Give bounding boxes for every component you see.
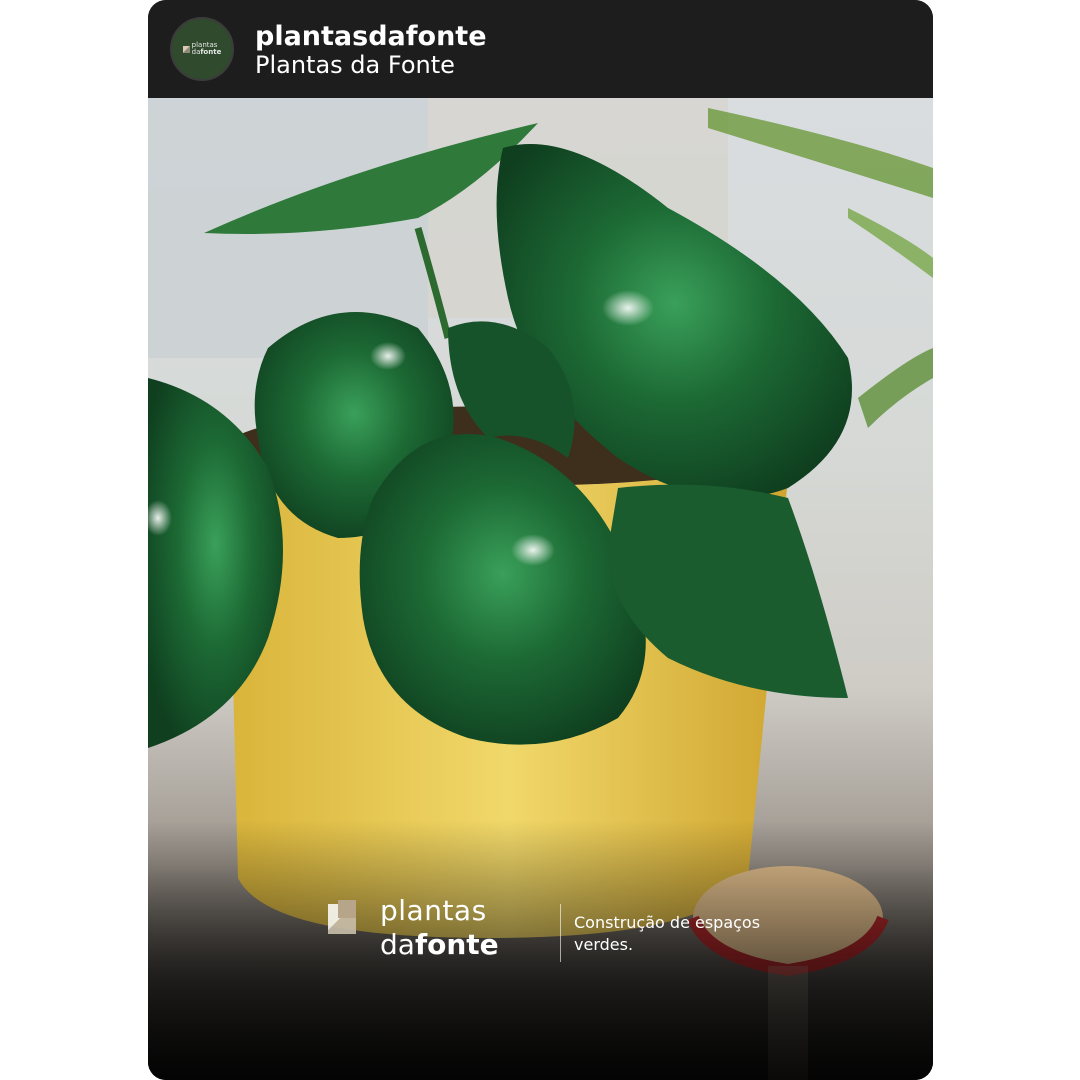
background-leaf (708, 108, 933, 198)
brand-overlay: plantas dafonte Construção de espaços ve… (328, 896, 788, 968)
logo-icon (328, 900, 356, 934)
background-leaf (858, 348, 933, 428)
post-card: plantas dafonte plantasdafonte Plantas d… (148, 0, 933, 1080)
brand-wordmark-line1: plantas (380, 894, 487, 927)
brand-wordmark-line2: dafonte (380, 928, 499, 961)
account-handle[interactable]: plantasdafonte (255, 22, 487, 52)
avatar[interactable]: plantas dafonte (170, 17, 234, 81)
leaf-highlight (602, 290, 654, 326)
leaf-highlight (511, 534, 555, 566)
avatar-logo: plantas dafonte (182, 42, 222, 56)
logo-icon (182, 45, 190, 53)
post-header: plantas dafonte plantasdafonte Plantas d… (148, 0, 933, 98)
leaf-highlight (370, 342, 406, 370)
brand-divider (560, 904, 561, 962)
brand-tagline: Construção de espaços verdes. (574, 913, 761, 954)
avatar-line2: dafonte (191, 48, 222, 56)
background-leaf (848, 208, 933, 278)
account-name: Plantas da Fonte (255, 51, 455, 79)
avatar-wordmark: plantas dafonte (192, 42, 222, 56)
post-image[interactable]: plantas dafonte Construção de espaços ve… (148, 98, 933, 1080)
